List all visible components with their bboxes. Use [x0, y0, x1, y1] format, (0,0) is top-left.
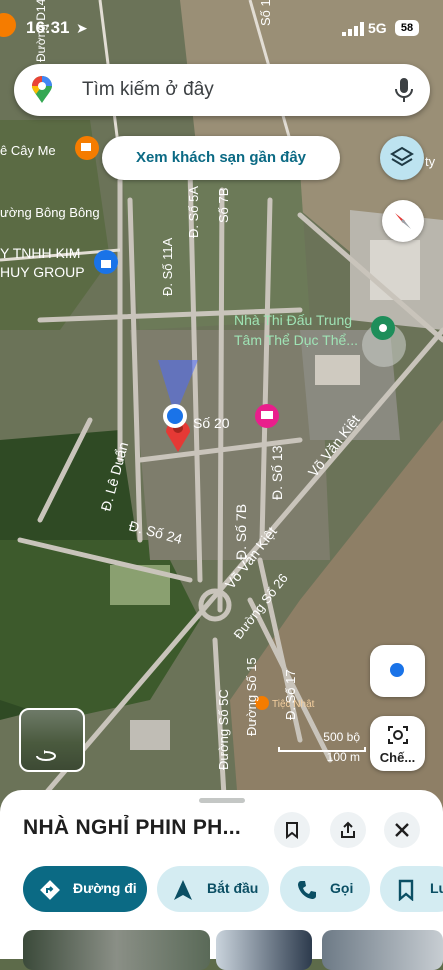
label-so5c: Đường Số 5C [216, 689, 231, 770]
drag-handle[interactable] [199, 798, 245, 803]
label-bong-bong: ường Bông Bông [0, 205, 100, 220]
save-button[interactable]: Lư [380, 866, 443, 912]
search-input[interactable]: Tìm kiếm ở đây [82, 79, 214, 101]
my-location-button[interactable] [370, 645, 425, 697]
status-bar: 16:31 ➤ 5G 58 [0, 14, 443, 44]
compass-icon [395, 213, 411, 229]
lens-button[interactable]: Chế... [370, 716, 425, 771]
scale-metric: 100 m [326, 750, 360, 764]
nearby-hotels-chip[interactable]: Xem khách sạn gần đây [102, 136, 340, 180]
label-so20: Số 20 [193, 415, 230, 431]
directions-button[interactable]: Đường đi [23, 866, 147, 912]
save-place-button[interactable] [274, 812, 310, 848]
phone-icon [298, 881, 316, 899]
call-label: Gọi [330, 880, 354, 896]
lens-label: Chế... [379, 750, 416, 765]
layers-icon [390, 146, 414, 167]
label-so7b: Đ. Số 7B [233, 504, 249, 560]
bookmark-icon [286, 822, 298, 839]
call-button[interactable]: Gọi [280, 866, 370, 912]
label-nha-thi-dau-1[interactable]: Nhà Thi Đấu Trung [234, 312, 352, 328]
save-label: Lư [430, 880, 443, 896]
location-arrow-icon: ➤ [76, 20, 88, 36]
signal-icon [342, 22, 364, 36]
start-button[interactable]: Bắt đầu [157, 866, 269, 912]
label-so13: Đ. Số 13 [269, 445, 285, 500]
status-time: 16:31 [26, 18, 70, 37]
bookmark-icon [398, 879, 414, 901]
layers-button[interactable] [380, 136, 424, 180]
place-photo[interactable] [216, 930, 312, 970]
navigation-arrow-icon [174, 880, 192, 900]
label-ty: ty [425, 154, 436, 169]
network-type: 5G [368, 20, 387, 36]
battery-level: 58 [395, 20, 419, 36]
scale-imperial: 500 bộ [323, 730, 360, 744]
close-icon [395, 823, 409, 837]
camera-lens-icon [388, 726, 408, 744]
place-photo[interactable] [322, 930, 443, 970]
directions-icon [40, 880, 60, 900]
compass-button[interactable] [382, 200, 424, 242]
label-so5a: Đ. Số 5A [186, 186, 201, 238]
location-dot-icon [390, 663, 404, 677]
label-tnhh-1[interactable]: Y TNHH KIM [0, 245, 80, 261]
label-nha-thi-dau-2[interactable]: Tâm Thể Dục Thể... [234, 332, 358, 348]
street-view-thumbnail[interactable] [19, 708, 85, 772]
label-so7b-top: Số 7B [216, 188, 231, 223]
label-cay-me[interactable]: ê Cây Me [0, 143, 56, 158]
label-so11a: Đ. Số 11A [160, 237, 175, 296]
place-bottom-sheet[interactable]: NHÀ NGHỈ PHIN PH... Đường đi Bắt đầu Gọi… [0, 790, 443, 970]
place-title: NHÀ NGHỈ PHIN PH... [23, 816, 242, 839]
share-button[interactable] [330, 812, 366, 848]
directions-label: Đường đi [73, 880, 137, 896]
share-icon [341, 821, 355, 838]
place-photo[interactable] [23, 930, 210, 970]
close-button[interactable] [384, 812, 420, 848]
label-so15: Đường Số 15 [244, 657, 259, 736]
label-tnhh-2[interactable]: HUY GROUP [0, 264, 85, 280]
label-so17: Đ. Số 17 [283, 669, 298, 720]
mic-icon[interactable] [392, 76, 416, 104]
google-maps-pin-icon [32, 76, 52, 103]
start-label: Bắt đầu [207, 880, 259, 896]
map-scale: 500 bộ 100 m [278, 728, 368, 768]
search-bar[interactable]: Tìm kiếm ở đây [14, 64, 430, 116]
label-tiec-nhat[interactable]: Tiệc Nhật [272, 699, 315, 710]
rotate-360-icon [36, 750, 56, 761]
